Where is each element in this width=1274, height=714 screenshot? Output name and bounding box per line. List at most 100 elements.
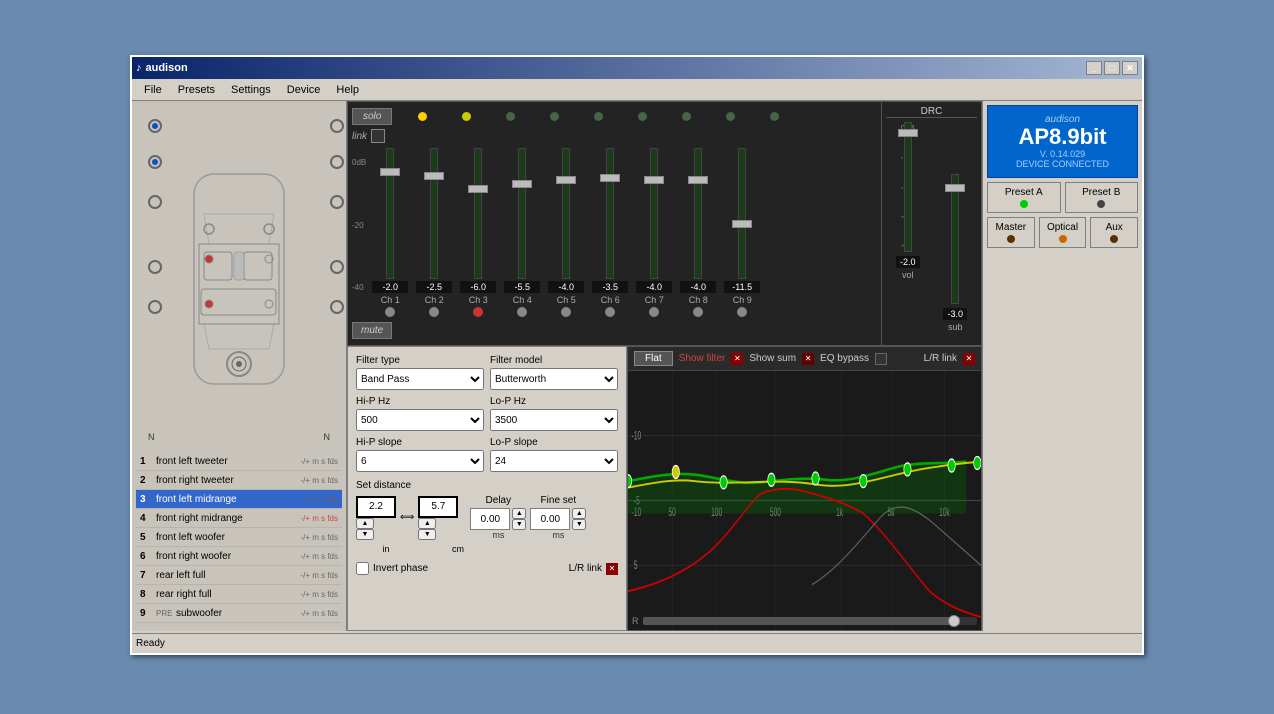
filter-eq-area: Filter type Band Pass Filter model Butte…: [347, 346, 982, 631]
aux-input-button[interactable]: Aux: [1090, 217, 1138, 248]
delay-down[interactable]: ▼: [512, 519, 526, 530]
fine-down[interactable]: ▼: [572, 519, 586, 530]
solo-button[interactable]: solo: [352, 108, 392, 125]
minimize-button[interactable]: _: [1086, 61, 1102, 75]
channel-item-3[interactable]: 3 front left midrange -/+ m s fds: [136, 490, 342, 509]
link-checkbox[interactable]: [371, 129, 385, 143]
fader-ch9: -11.5 Ch 9: [720, 148, 764, 317]
ch7-mute-dot: [649, 307, 659, 317]
r-slider-row: R: [632, 616, 977, 626]
drc-vol-track[interactable]: [904, 122, 912, 252]
link-label: link: [352, 131, 367, 142]
lr-link-close[interactable]: ✕: [606, 563, 618, 575]
menu-device[interactable]: Device: [279, 82, 329, 98]
lo-p-slope-select[interactable]: 24: [490, 450, 618, 472]
mixer-panel: solo: [347, 101, 882, 346]
fader-knob-2[interactable]: [424, 172, 444, 180]
maximize-button[interactable]: □: [1104, 61, 1120, 75]
channel-item-5[interactable]: 5 front left woofer -/+ m s fds: [136, 528, 342, 547]
show-filter-close[interactable]: ✕: [731, 353, 743, 365]
fader-track-9[interactable]: [738, 148, 746, 279]
drc-vol-knob[interactable]: [898, 129, 918, 137]
channel-item-6[interactable]: 6 front right woofer -/+ m s fds: [136, 547, 342, 566]
dist-cm-input[interactable]: [418, 496, 458, 518]
ch8-name: Ch 8: [689, 295, 708, 305]
hi-p-hz-select[interactable]: 500: [356, 409, 484, 431]
drc-sub-channel: -3.0 sub: [934, 122, 978, 341]
fader-track-7[interactable]: [650, 148, 658, 279]
drc-sub-knob[interactable]: [945, 184, 965, 192]
aux-dot: [1110, 235, 1118, 243]
fader-knob-3[interactable]: [468, 185, 488, 193]
master-input-button[interactable]: Master: [987, 217, 1035, 248]
filter-type-select[interactable]: Band Pass: [356, 368, 484, 390]
fader-track-4[interactable]: [518, 148, 526, 279]
fader-knob-7[interactable]: [644, 176, 664, 184]
drc-sub-track[interactable]: [951, 174, 959, 304]
delay-up[interactable]: ▲: [512, 508, 526, 519]
fader-track-6[interactable]: [606, 148, 614, 279]
channel-item-4[interactable]: 4 front right midrange -/+ m s fds: [136, 509, 342, 528]
dist-cm-down[interactable]: ▼: [418, 529, 436, 540]
fader-knob-4[interactable]: [512, 180, 532, 188]
preset-a-button[interactable]: Preset A: [987, 182, 1061, 213]
app-icon: ♪: [136, 62, 142, 74]
dist-in-input[interactable]: [356, 496, 396, 518]
fader-knob-9[interactable]: [732, 220, 752, 228]
hi-p-slope-select[interactable]: 6: [356, 450, 484, 472]
channel-item-1[interactable]: 1 front left tweeter -/+ m s fds: [136, 452, 342, 471]
channel-item-2[interactable]: 2 front right tweeter -/+ m s fds: [136, 471, 342, 490]
invert-phase-checkbox[interactable]: [356, 562, 369, 575]
ch7-value: -4.0: [636, 281, 672, 293]
r-slider-thumb[interactable]: [948, 615, 960, 627]
filter-model-select[interactable]: Butterworth: [490, 368, 618, 390]
fader-track-1[interactable]: [386, 148, 394, 279]
fader-knob-5[interactable]: [556, 176, 576, 184]
filter-type-label: Filter type: [356, 355, 484, 366]
ch3-value: -6.0: [460, 281, 496, 293]
fader-track-8[interactable]: [694, 148, 702, 279]
channel-item-7[interactable]: 7 rear left full -/+ m s fds: [136, 566, 342, 585]
show-sum-close[interactable]: ✕: [802, 353, 814, 365]
drc-vol-label: vol: [902, 270, 914, 280]
ch6-mute-dot: [605, 307, 615, 317]
close-button[interactable]: ✕: [1122, 61, 1138, 75]
lo-p-hz-select[interactable]: 3500: [490, 409, 618, 431]
fine-set-input-row: ▲ ▼: [530, 508, 586, 530]
channel-item-9[interactable]: 9 PRE subwoofer -/+ m s fds: [136, 604, 342, 623]
dist-in-up[interactable]: ▲: [356, 518, 374, 529]
fader-track-3[interactable]: [474, 148, 482, 279]
title-bar: ♪ audison _ □ ✕: [132, 57, 1142, 79]
preset-b-button[interactable]: Preset B: [1065, 182, 1139, 213]
lr-link-group: L/R link ✕: [569, 563, 618, 575]
fader-knob-6[interactable]: [600, 174, 620, 182]
ch5-mute-dot: [561, 307, 571, 317]
fader-track-2[interactable]: [430, 148, 438, 279]
r-slider-track[interactable]: [643, 617, 978, 625]
dist-cm-up[interactable]: ▲: [418, 518, 436, 529]
menu-presets[interactable]: Presets: [170, 82, 223, 98]
title-bar-buttons: _ □ ✕: [1086, 61, 1138, 75]
ch1-name: Ch 1: [381, 295, 400, 305]
menu-help[interactable]: Help: [328, 82, 367, 98]
fine-set-input[interactable]: [530, 508, 570, 530]
ch2-dot: [444, 112, 488, 121]
fader-knob-1[interactable]: [380, 168, 400, 176]
eq-lr-link-close[interactable]: ✕: [963, 353, 975, 365]
eq-bypass-check[interactable]: [875, 353, 887, 365]
optical-input-button[interactable]: Optical: [1039, 217, 1087, 248]
dist-in-down[interactable]: ▼: [356, 529, 374, 540]
flat-button[interactable]: Flat: [634, 351, 673, 366]
menu-settings[interactable]: Settings: [223, 82, 279, 98]
delay-input[interactable]: [470, 508, 510, 530]
menu-file[interactable]: File: [136, 82, 170, 98]
r-slider-fill: [643, 617, 961, 625]
mute-button[interactable]: mute: [352, 322, 392, 339]
fine-up[interactable]: ▲: [572, 508, 586, 519]
channel-item-8[interactable]: 8 rear right full -/+ m s fds: [136, 585, 342, 604]
fader-track-5[interactable]: [562, 148, 570, 279]
menu-bar: File Presets Settings Device Help: [132, 79, 1142, 101]
fader-knob-8[interactable]: [688, 176, 708, 184]
ch8-dot: [708, 112, 752, 121]
cm-unit-label: cm: [438, 544, 478, 554]
